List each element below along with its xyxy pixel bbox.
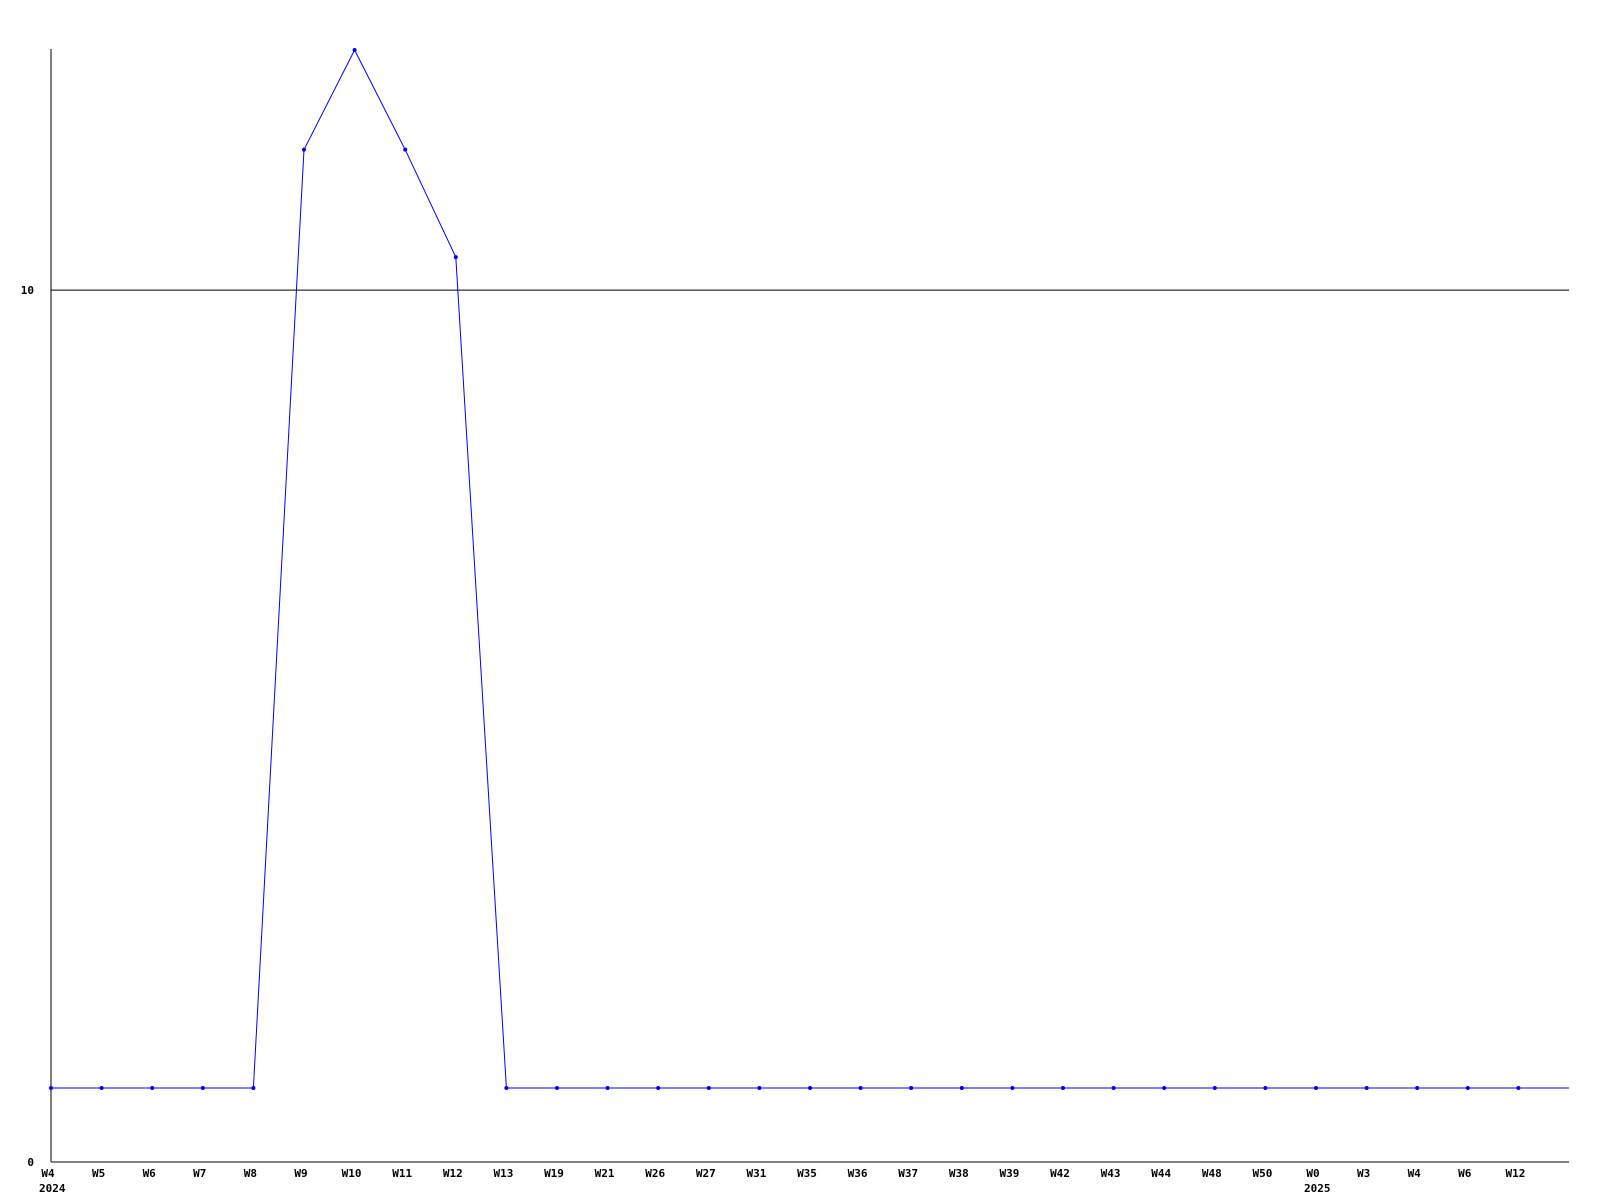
- x-tick-label: W4: [41, 1167, 55, 1180]
- x-tick-label: W12: [443, 1167, 463, 1180]
- x-tick-label: W9: [294, 1167, 307, 1180]
- x-tick-label: W8: [244, 1167, 257, 1180]
- data-point: [909, 1086, 914, 1090]
- data-point: [757, 1086, 762, 1090]
- series-layer: [49, 48, 1569, 1090]
- line-chart: W4 W5 W6 W7 W8 W9 W10 W11 W12 W13 W19 W21 W26 W27 W31 W…: [21, 48, 1569, 1195]
- data-point: [1162, 1086, 1167, 1090]
- x-tick-label: W39: [999, 1167, 1019, 1180]
- series-line: [51, 48, 1569, 1089]
- x-tick-label: W6: [1458, 1167, 1472, 1180]
- data-point: [99, 1086, 104, 1090]
- x-tick-label: W44: [1151, 1167, 1171, 1180]
- data-point: [302, 147, 306, 152]
- data-point: [1212, 1086, 1217, 1090]
- data-point: [403, 147, 408, 152]
- data-point: [1263, 1086, 1268, 1090]
- data-point: [1010, 1086, 1015, 1090]
- data-point: [959, 1086, 964, 1090]
- x-tick-label: W4: [1408, 1167, 1422, 1180]
- x-tick-label: W35: [797, 1167, 817, 1180]
- x-tick-label: W7: [193, 1167, 206, 1180]
- x-tick-label: W27: [696, 1167, 716, 1180]
- data-point: [251, 1086, 256, 1090]
- x-tick-label: W12: [1505, 1167, 1525, 1180]
- x-tick-label: W5: [92, 1167, 105, 1180]
- data-point: [504, 1086, 509, 1090]
- x-tick-labels: W4 W5 W6 W7 W8 W9 W10 W11 W12 W13 W19 W21 W26 W27 W31 W…: [39, 1167, 1525, 1195]
- x-tick-label: W19: [544, 1167, 564, 1180]
- x-tick-label: W43: [1101, 1167, 1121, 1180]
- x-tick-label: W36: [848, 1167, 868, 1180]
- axes: [50, 49, 1569, 1163]
- data-point: [808, 1086, 812, 1090]
- x-tick-label: W31: [746, 1167, 766, 1180]
- data-point: [49, 1086, 53, 1090]
- data-point: [555, 1086, 559, 1090]
- y-tick-labels: 0 10: [21, 284, 34, 1169]
- y-tick-label: 0: [27, 1156, 34, 1169]
- x-tick-label: W37: [898, 1167, 918, 1180]
- x-tick-label: W6: [143, 1167, 157, 1180]
- x-year-label: 2024: [39, 1182, 66, 1195]
- data-point: [1465, 1086, 1470, 1090]
- data-point: [1364, 1086, 1369, 1090]
- x-tick-label: W38: [949, 1167, 969, 1180]
- x-tick-label: W48: [1202, 1167, 1222, 1180]
- x-tick-label: W3: [1357, 1167, 1370, 1180]
- data-point: [605, 1086, 610, 1090]
- data-point: [656, 1086, 661, 1090]
- x-tick-label: W11: [392, 1167, 412, 1180]
- x-year-label: 2025: [1304, 1182, 1331, 1195]
- data-point: [706, 1086, 711, 1090]
- data-point: [1314, 1086, 1318, 1090]
- data-point: [150, 1086, 155, 1090]
- x-tick-label: W50: [1252, 1167, 1272, 1180]
- x-tick-label: W0: [1306, 1167, 1319, 1180]
- x-tick-label: W26: [645, 1167, 665, 1180]
- data-point: [1111, 1086, 1116, 1090]
- x-tick-label: W13: [493, 1167, 513, 1180]
- data-point: [453, 255, 458, 260]
- data-point: [1415, 1086, 1420, 1090]
- data-point: [858, 1086, 863, 1090]
- x-tick-label: W10: [342, 1167, 362, 1180]
- data-point: [1516, 1086, 1521, 1090]
- x-tick-label: W42: [1050, 1167, 1070, 1180]
- data-point: [200, 1086, 205, 1090]
- y-tick-label: 10: [21, 284, 34, 297]
- data-point: [352, 48, 357, 52]
- data-point: [1061, 1086, 1065, 1090]
- x-tick-label: W21: [595, 1167, 615, 1180]
